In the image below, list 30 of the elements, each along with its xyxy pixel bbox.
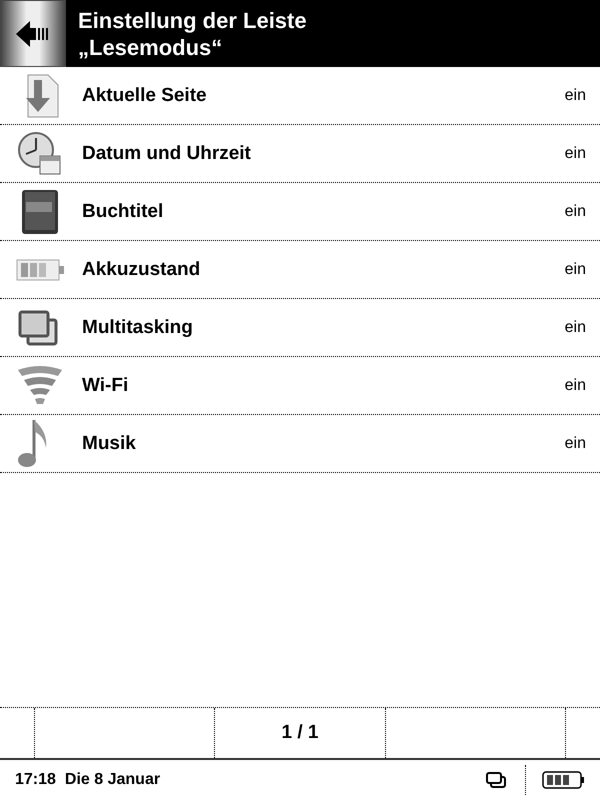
- setting-row[interactable]: Multitasking ein: [0, 299, 600, 357]
- setting-row[interactable]: Wi-Fi ein: [0, 357, 600, 415]
- clock-time: 17:18: [15, 771, 56, 789]
- setting-label: Buchtitel: [82, 200, 164, 222]
- battery-icon: [16, 256, 66, 282]
- setting-row[interactable]: Datum und Uhrzeit ein: [0, 125, 600, 183]
- windows-icon[interactable]: [485, 771, 507, 789]
- setting-row[interactable]: Buchtitel ein: [0, 183, 600, 241]
- windows-icon: [16, 308, 60, 348]
- back-button[interactable]: [0, 0, 66, 67]
- setting-row[interactable]: Akkuzustand ein: [0, 241, 600, 299]
- setting-label: Multitasking: [82, 316, 194, 338]
- setting-label: Wi-Fi: [82, 374, 130, 396]
- date-text: Die 8 Januar: [64, 771, 160, 789]
- setting-value: ein: [564, 318, 586, 336]
- setting-value: ein: [564, 202, 586, 220]
- setting-value: ein: [564, 260, 586, 278]
- setting-row[interactable]: Aktuelle Seite ein: [0, 67, 600, 125]
- setting-label: Datum und Uhrzeit: [82, 142, 252, 164]
- setting-label: Akkuzustand: [82, 258, 202, 280]
- page-indicator: 1 / 1: [214, 708, 385, 758]
- page-title: Einstellung der Leiste „Lesemodus“: [78, 6, 307, 60]
- setting-value: ein: [564, 376, 586, 394]
- battery-icon[interactable]: [542, 770, 586, 790]
- setting-value: ein: [564, 434, 586, 452]
- setting-label: Aktuelle Seite: [82, 84, 208, 106]
- setting-label: Musik: [82, 432, 137, 454]
- setting-value: ein: [564, 144, 586, 162]
- setting-value: ein: [564, 86, 586, 104]
- setting-row[interactable]: Musik ein: [0, 415, 600, 473]
